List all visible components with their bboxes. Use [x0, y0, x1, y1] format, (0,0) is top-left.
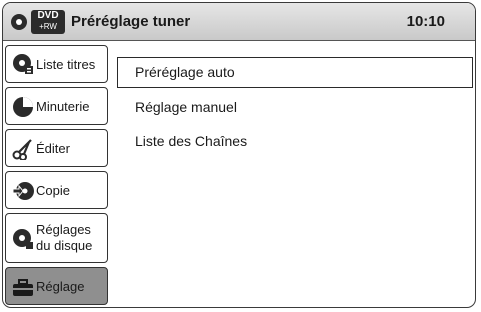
- toolbox-icon: [13, 279, 33, 296]
- options-panel: Préréglage auto Réglage manuel Liste des…: [113, 41, 475, 307]
- disc-icon: [11, 14, 27, 30]
- option-liste-des-chaines[interactable]: Liste des Chaînes: [135, 133, 247, 149]
- page-title: Préréglage tuner: [71, 13, 191, 30]
- disc-settings-icon: [13, 229, 33, 249]
- sidebar-item-label: Éditer: [36, 141, 70, 156]
- sidebar-item-reglages-du-disque[interactable]: Réglages du disque: [5, 213, 108, 263]
- sidebar-item-liste-titres[interactable]: Liste titres: [5, 45, 108, 83]
- sidebar: Liste titres Minuterie Éditer Copie Régl…: [3, 41, 111, 307]
- sidebar-item-copie[interactable]: Copie: [5, 171, 108, 209]
- option-reglage-manuel[interactable]: Réglage manuel: [135, 99, 237, 115]
- title-list-icon: [13, 54, 33, 74]
- timer-icon: [13, 97, 33, 117]
- sidebar-item-label: Liste titres: [36, 57, 96, 72]
- sidebar-item-label-line2: du disque: [36, 238, 93, 253]
- tuner-preset-screen: DVD +RW Préréglage tuner 10:10 Liste tit…: [2, 2, 476, 308]
- scissors-icon: [12, 139, 32, 160]
- sidebar-item-reglage[interactable]: Réglage: [5, 267, 108, 305]
- sidebar-item-minuterie[interactable]: Minuterie: [5, 87, 108, 125]
- dvd-rw-logo-icon: DVD +RW: [31, 10, 65, 34]
- clock-display: 10:10: [406, 13, 445, 30]
- header-bar: DVD +RW Préréglage tuner 10:10: [3, 3, 475, 41]
- sidebar-item-label: Réglage: [36, 279, 85, 294]
- sidebar-item-label: Minuterie: [36, 99, 90, 114]
- sidebar-item-label-line1: Réglages: [36, 222, 91, 237]
- copy-icon: [12, 182, 34, 200]
- option-preglage-auto[interactable]: Préréglage auto: [135, 64, 235, 80]
- sidebar-item-editer[interactable]: Éditer: [5, 129, 108, 167]
- sidebar-item-label: Copie: [36, 183, 70, 198]
